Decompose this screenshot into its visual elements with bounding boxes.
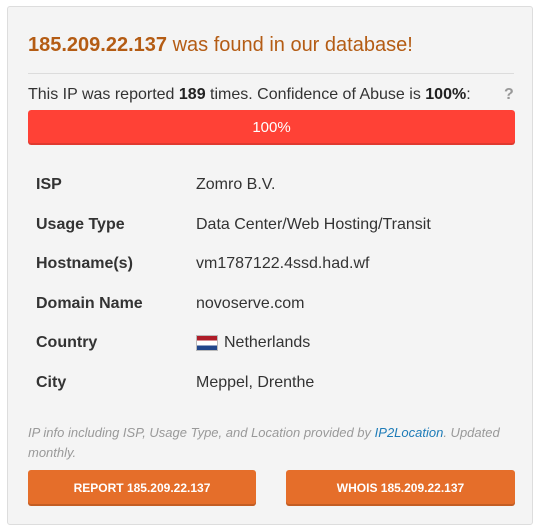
detail-key: Domain Name <box>36 294 143 312</box>
detail-key: ISP <box>36 176 62 193</box>
detail-value: vm1787122.4ssd.had.wf <box>196 255 370 272</box>
report-summary-middle: times. Confidence of Abuse is <box>205 86 426 103</box>
detail-key: City <box>36 373 67 391</box>
detail-key: Usage Type <box>36 215 125 233</box>
detail-row-domain: Domain Name novoserve.com <box>28 284 514 324</box>
detail-value: Zomro B.V. <box>196 176 276 193</box>
detail-value: Data Center/Web Hosting/Transit <box>196 215 431 233</box>
detail-value: Meppel, Drenthe <box>196 373 315 391</box>
detail-key: Country <box>36 334 98 351</box>
result-headline: 185.209.22.137 was found in our database… <box>28 34 413 57</box>
found-text: was found in our database! <box>167 34 413 56</box>
ip2location-link[interactable]: IP2Location <box>375 425 444 440</box>
detail-row-isp: ISP Zomro B.V. <box>28 165 514 205</box>
detail-row-usage-type: Usage Type Data Center/Web Hosting/Trans… <box>28 205 514 245</box>
confidence-value: 100% <box>425 86 467 103</box>
report-summary-suffix: : <box>466 86 471 103</box>
note-prefix: IP info including ISP, Usage Type, and L… <box>28 425 375 440</box>
report-summary: This IP was reported 189 times. Confiden… <box>28 86 471 104</box>
ip-details-table: ISP Zomro B.V. Usage Type Data Center/We… <box>28 165 514 402</box>
detail-key: Hostname(s) <box>36 255 133 272</box>
ip-address: 185.209.22.137 <box>28 34 168 56</box>
confidence-progress-bar: 100% <box>28 110 515 145</box>
detail-value: Netherlands <box>196 334 310 352</box>
detail-value: novoserve.com <box>196 294 305 312</box>
whois-button[interactable]: WHOIS 185.209.22.137 <box>286 470 515 506</box>
netherlands-flag-icon <box>196 335 218 351</box>
detail-row-city: City Meppel, Drenthe <box>28 363 514 403</box>
country-name: Netherlands <box>224 334 311 351</box>
help-icon[interactable]: ? <box>504 86 514 104</box>
ip-result-card: 185.209.22.137 was found in our database… <box>7 6 533 525</box>
report-summary-prefix: This IP was reported <box>28 86 179 103</box>
provider-note: IP info including ISP, Usage Type, and L… <box>28 423 508 463</box>
report-count: 189 <box>178 86 206 103</box>
detail-row-hostname: Hostname(s) vm1787122.4ssd.had.wf <box>28 244 514 284</box>
confidence-progress-fill: 100% <box>28 110 515 145</box>
report-ip-button[interactable]: REPORT 185.209.22.137 <box>28 470 256 506</box>
divider <box>28 73 514 74</box>
detail-row-country: Country Netherlands <box>28 323 514 363</box>
